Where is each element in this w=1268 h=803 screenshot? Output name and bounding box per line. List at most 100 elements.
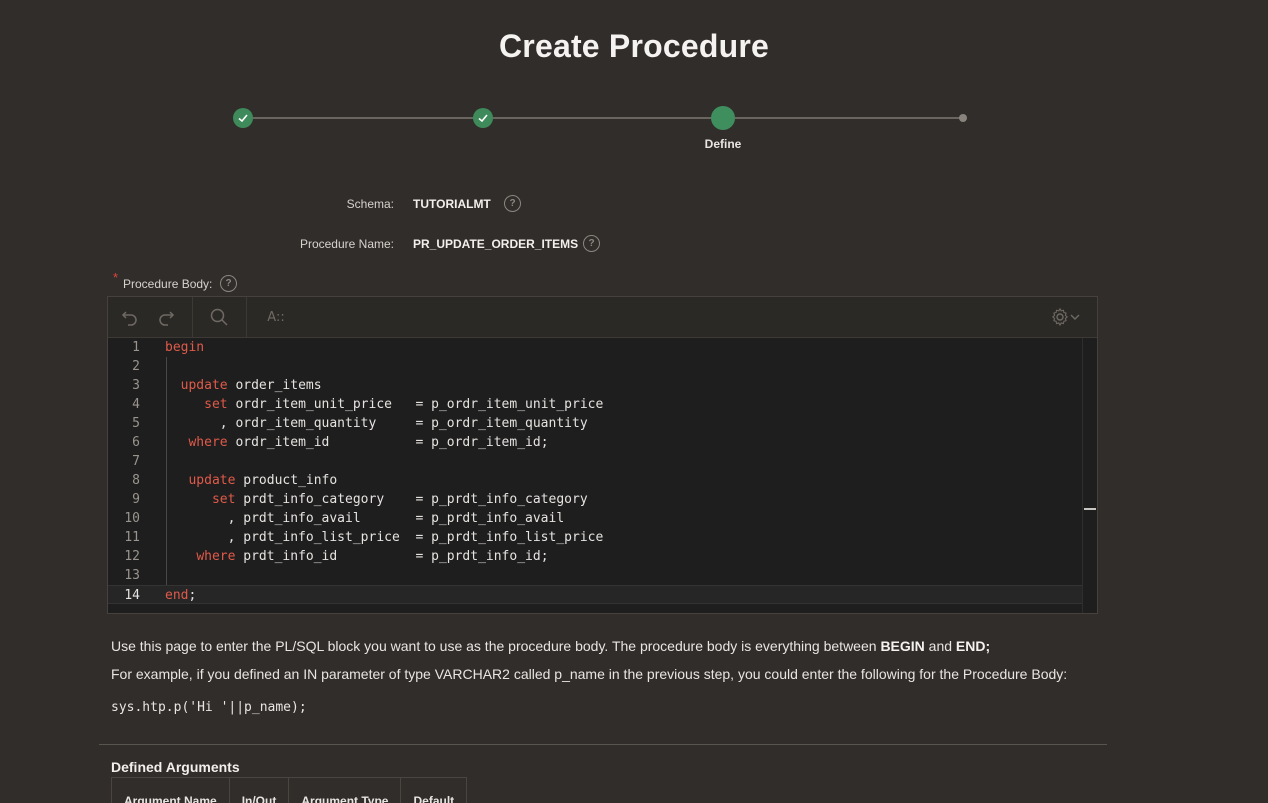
redo-button[interactable] bbox=[154, 305, 178, 329]
code-text: set prdt_info_category = p_prdt_info_cat… bbox=[211, 492, 588, 507]
code-line[interactable]: 2 bbox=[108, 357, 1083, 376]
keyword: set bbox=[204, 397, 228, 412]
font-size-label: A:: bbox=[267, 309, 285, 325]
procedure-name-help-icon[interactable]: ? bbox=[583, 235, 600, 252]
procedure-name-label: Procedure Name: bbox=[299, 237, 394, 251]
line-number: 9 bbox=[132, 492, 140, 507]
procedure-name-value: PR_UPDATE_ORDER_ITEMS bbox=[413, 237, 579, 251]
wizard-step-4 bbox=[959, 114, 967, 122]
help-keyword-end: END; bbox=[955, 638, 991, 654]
help-text-line-2: For example, if you defined an IN parame… bbox=[111, 666, 1068, 682]
keyword: update bbox=[188, 473, 236, 488]
undo-button[interactable] bbox=[118, 305, 142, 329]
procedure-body-help-icon[interactable]: ? bbox=[220, 275, 237, 292]
code-example: sys.htp.p('Hi '||p_name); bbox=[111, 700, 307, 715]
column-header[interactable]: Argument Name bbox=[111, 777, 230, 803]
help-keyword-begin: BEGIN bbox=[880, 638, 925, 654]
code-text: update product_info bbox=[188, 473, 338, 488]
line-number: 4 bbox=[132, 397, 140, 412]
search-button[interactable] bbox=[207, 305, 231, 329]
editor-toolbar: A:: bbox=[108, 297, 1097, 338]
code-text: update order_items bbox=[180, 378, 322, 393]
font-size-button[interactable]: A:: bbox=[261, 305, 291, 329]
code-line[interactable]: 7 bbox=[108, 452, 1083, 471]
code-line[interactable]: 8 update product_info bbox=[108, 471, 1083, 490]
keyword: where bbox=[188, 435, 228, 450]
code-text: where ordr_item_id = p_ordr_item_id; bbox=[188, 435, 549, 450]
schema-help-icon[interactable]: ? bbox=[504, 195, 521, 212]
redo-icon bbox=[159, 311, 175, 326]
column-header[interactable]: In/Out bbox=[229, 777, 290, 803]
code-text: where prdt_info_id = p_prdt_info_id; bbox=[196, 549, 549, 564]
code-text: set ordr_item_unit_price = p_ordr_item_u… bbox=[204, 397, 604, 412]
wizard-step-3-current bbox=[711, 106, 735, 130]
code-line[interactable]: 14 end; bbox=[108, 585, 1083, 604]
procedure-body-label: Procedure Body: bbox=[123, 277, 213, 291]
code-text: end; bbox=[165, 588, 197, 603]
defined-arguments-table: Argument Name In/Out Argument Type Defau… bbox=[111, 777, 468, 803]
keyword: where bbox=[196, 549, 236, 564]
schema-label: Schema: bbox=[346, 197, 394, 211]
code-line[interactable]: 12 where prdt_info_id = p_prdt_info_id; bbox=[108, 547, 1083, 566]
wizard-progress: Define bbox=[0, 100, 1268, 160]
gear-icon bbox=[1051, 307, 1069, 327]
keyword: update bbox=[180, 378, 228, 393]
table-header-row: Argument Name In/Out Argument Type Defau… bbox=[111, 777, 468, 803]
keyword: set bbox=[211, 492, 236, 507]
code-area[interactable]: 1 begin 2 3 update order_items 4 set ordr_it… bbox=[108, 338, 1083, 613]
column-header[interactable]: Default bbox=[400, 777, 468, 803]
code-line[interactable]: 3 update order_items bbox=[108, 376, 1083, 395]
column-header[interactable]: Argument Type bbox=[288, 777, 402, 803]
settings-button[interactable] bbox=[1048, 305, 1082, 329]
page-title: Create Procedure bbox=[499, 28, 769, 64]
code-line[interactable]: 4 set ordr_item_unit_price = p_ordr_item… bbox=[108, 395, 1083, 414]
code-line[interactable]: 5 , ordr_item_quantity = p_ordr_item_qua… bbox=[108, 414, 1083, 433]
code-line[interactable]: 9 set prdt_info_category = p_prdt_info_c… bbox=[108, 490, 1083, 509]
editor-scrollbar[interactable] bbox=[1082, 338, 1097, 613]
line-number: 13 bbox=[124, 568, 140, 583]
code-text: , ordr_item_quantity = p_ordr_item_quant… bbox=[165, 416, 588, 431]
code-line[interactable]: 11 , prdt_info_list_price = p_prdt_info_… bbox=[108, 528, 1083, 547]
check-icon bbox=[478, 114, 488, 123]
undo-icon bbox=[121, 311, 137, 326]
scrollbar-marker bbox=[1084, 508, 1096, 510]
search-icon bbox=[210, 308, 228, 326]
keyword: begin bbox=[165, 340, 205, 355]
required-marker: * bbox=[113, 270, 119, 285]
line-number: 8 bbox=[132, 473, 140, 488]
create-procedure-page: Create Procedure Define Schema: TUTORIAL… bbox=[0, 0, 1268, 803]
line-number: 10 bbox=[124, 511, 140, 526]
code-text: , prdt_info_list_price = p_prdt_info_lis… bbox=[165, 530, 604, 545]
line-number: 7 bbox=[132, 454, 140, 469]
code-line[interactable]: 13 bbox=[108, 566, 1083, 585]
toolbar-separator bbox=[246, 297, 247, 337]
wizard-track bbox=[243, 117, 963, 119]
line-number: 14 bbox=[124, 588, 140, 603]
code-text: begin bbox=[165, 338, 204, 357]
code-text: , prdt_info_avail = p_prdt_info_avail bbox=[165, 511, 565, 526]
wizard-step-1 bbox=[233, 108, 253, 128]
wizard-step-3-label: Define bbox=[704, 137, 742, 151]
help-text-line-1: Use this page to enter the PL/SQL block … bbox=[111, 638, 990, 654]
keyword: end bbox=[165, 588, 189, 603]
line-number: 11 bbox=[124, 530, 140, 545]
line-number: 12 bbox=[124, 549, 140, 564]
defined-arguments-title: Defined Arguments bbox=[111, 759, 240, 775]
code-line[interactable]: 6 where ordr_item_id = p_ordr_item_id; bbox=[108, 433, 1083, 452]
code-line[interactable]: 1 begin bbox=[108, 338, 1083, 357]
schema-value: TUTORIALMT bbox=[413, 197, 491, 211]
section-divider bbox=[99, 744, 1107, 745]
line-number: 5 bbox=[132, 416, 140, 431]
help-text-and: and bbox=[924, 638, 956, 654]
line-number: 1 bbox=[132, 340, 140, 355]
line-number: 2 bbox=[132, 359, 140, 374]
wizard-step-2 bbox=[473, 108, 493, 128]
help-text-prefix: Use this page to enter the PL/SQL block … bbox=[111, 638, 881, 654]
line-number: 3 bbox=[132, 378, 140, 393]
code-editor[interactable]: A:: 1 begin 2 3 update order_items 4 set ord… bbox=[107, 296, 1098, 614]
code-line[interactable]: 10 , prdt_info_avail = p_prdt_info_avail bbox=[108, 509, 1083, 528]
chevron-down-icon bbox=[1070, 314, 1080, 320]
check-icon bbox=[238, 114, 248, 123]
toolbar-separator bbox=[192, 297, 193, 337]
line-number: 6 bbox=[132, 435, 140, 450]
